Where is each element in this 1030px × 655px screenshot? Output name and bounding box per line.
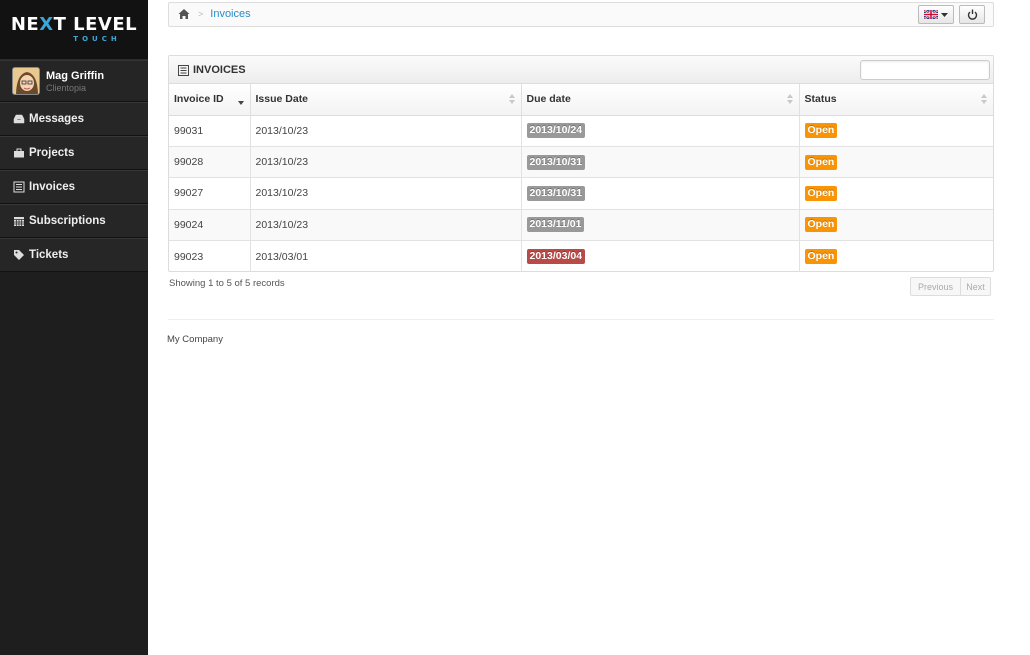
search-input[interactable] bbox=[860, 60, 990, 80]
breadcrumb: > Invoices bbox=[178, 8, 251, 20]
user-profile[interactable]: Mag Griffin Clientopia bbox=[0, 60, 148, 102]
issue-date: 2013/10/23 bbox=[250, 146, 522, 179]
table-info: Showing 1 to 5 of 5 records bbox=[169, 278, 285, 289]
sidebar: NEXT LEVEL TOUCH Mag Griffin Clientopia … bbox=[0, 0, 148, 655]
status-badge: Open bbox=[804, 185, 838, 201]
issue-date: 2013/03/01 bbox=[250, 240, 522, 272]
sort-both-icon bbox=[981, 94, 987, 104]
table-row[interactable]: 99024 2013/10/23 2013/11/01 Open bbox=[169, 209, 993, 242]
due-date-badge: 2013/10/31 bbox=[526, 185, 586, 201]
user-name: Mag Griffin bbox=[46, 69, 105, 82]
user-company: Clientopia bbox=[46, 82, 87, 93]
status-badge: Open bbox=[804, 249, 838, 264]
sidebar-item-invoices[interactable]: Invoices bbox=[0, 170, 148, 204]
column-header-invoice-id[interactable]: Invoice ID bbox=[169, 84, 251, 116]
top-bar: > Invoices bbox=[168, 2, 994, 27]
list-icon bbox=[13, 181, 25, 193]
list-icon bbox=[178, 64, 189, 76]
pagination: Previous Next bbox=[910, 277, 991, 296]
column-header-due-date[interactable]: Due date bbox=[521, 84, 800, 116]
table-row[interactable]: 99027 2013/10/23 2013/10/31 Open bbox=[169, 177, 993, 210]
issue-date: 2013/10/23 bbox=[250, 177, 522, 210]
invoice-id[interactable]: 99024 bbox=[169, 209, 251, 242]
next-button[interactable]: Next bbox=[961, 277, 991, 296]
brand-logo[interactable]: NEXT LEVEL TOUCH bbox=[0, 0, 148, 60]
table-row[interactable]: 99031 2013/10/23 2013/10/24 Open bbox=[169, 115, 993, 147]
caret-down-icon bbox=[941, 12, 948, 17]
footer-divider bbox=[168, 319, 994, 320]
footer-text: My Company bbox=[167, 334, 223, 345]
sidebar-item-label: Invoices bbox=[29, 181, 76, 193]
logo-text: NEXT LEVEL bbox=[10, 14, 138, 35]
invoices-table: Invoice ID Issue Date Due date Status 99… bbox=[169, 84, 993, 272]
uk-flag-icon bbox=[924, 10, 938, 19]
due-date-badge: 2013/10/24 bbox=[526, 123, 586, 139]
sidebar-item-label: Tickets bbox=[29, 249, 69, 261]
sidebar-item-label: Messages bbox=[29, 113, 84, 125]
panel-title-text: INVOICES bbox=[193, 64, 246, 76]
status-badge: Open bbox=[804, 154, 838, 170]
avatar bbox=[12, 67, 40, 95]
sort-desc-icon bbox=[237, 101, 244, 105]
invoice-id[interactable]: 99027 bbox=[169, 177, 251, 210]
breadcrumb-separator: > bbox=[198, 9, 204, 19]
logout-button[interactable] bbox=[959, 5, 985, 24]
previous-button[interactable]: Previous bbox=[910, 277, 961, 296]
invoice-id[interactable]: 99031 bbox=[169, 115, 251, 147]
inbox-icon bbox=[13, 113, 25, 125]
sidebar-item-tickets[interactable]: Tickets bbox=[0, 238, 148, 272]
table-row[interactable]: 99023 2013/03/01 2013/03/04 Open bbox=[169, 240, 993, 272]
panel-title: INVOICES bbox=[178, 64, 246, 76]
invoices-panel: INVOICES Invoice ID Issue Date Due date … bbox=[168, 55, 994, 272]
breadcrumb-current[interactable]: Invoices bbox=[210, 8, 250, 20]
due-date-badge: 2013/10/31 bbox=[526, 154, 586, 170]
issue-date: 2013/10/23 bbox=[250, 115, 522, 147]
tag-icon bbox=[13, 249, 25, 261]
sidebar-item-messages[interactable]: Messages bbox=[0, 102, 148, 136]
logo-subtext: TOUCH bbox=[73, 35, 121, 43]
sort-both-icon bbox=[508, 94, 515, 104]
due-date-badge: 2013/03/04 bbox=[526, 249, 586, 264]
sidebar-item-label: Subscriptions bbox=[29, 215, 106, 227]
sidebar-item-projects[interactable]: Projects bbox=[0, 136, 148, 170]
sidebar-item-label: Projects bbox=[29, 147, 75, 159]
power-icon bbox=[967, 9, 977, 20]
briefcase-icon bbox=[13, 147, 25, 159]
invoice-id[interactable]: 99028 bbox=[169, 146, 251, 179]
calendar-icon bbox=[13, 215, 25, 227]
status-badge: Open bbox=[804, 217, 838, 233]
invoice-id[interactable]: 99023 bbox=[169, 240, 251, 272]
due-date-badge: 2013/11/01 bbox=[526, 217, 585, 233]
column-header-status[interactable]: Status bbox=[799, 84, 993, 116]
panel-header: INVOICES bbox=[169, 56, 993, 84]
sidebar-item-subscriptions[interactable]: Subscriptions bbox=[0, 204, 148, 238]
home-icon[interactable] bbox=[178, 8, 190, 20]
table-row[interactable]: 99028 2013/10/23 2013/10/31 Open bbox=[169, 146, 993, 179]
sort-both-icon bbox=[786, 94, 793, 104]
language-button[interactable] bbox=[918, 5, 954, 24]
table-header-row: Invoice ID Issue Date Due date Status bbox=[169, 84, 993, 116]
column-header-issue-date[interactable]: Issue Date bbox=[250, 84, 522, 116]
status-badge: Open bbox=[804, 123, 838, 139]
issue-date: 2013/10/23 bbox=[250, 209, 522, 242]
